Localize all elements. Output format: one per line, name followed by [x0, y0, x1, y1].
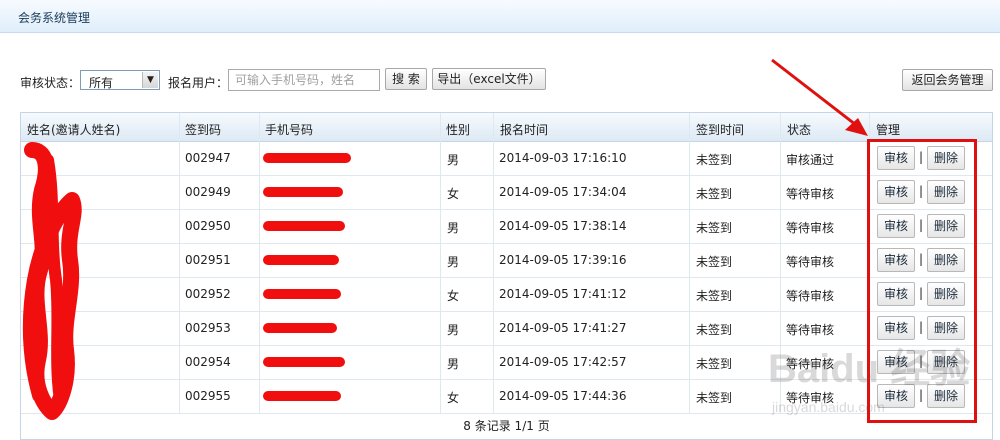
- phone-redaction: [263, 289, 341, 299]
- watermark-text: Baidu 经验: [768, 347, 970, 391]
- col-header-manage: 管理: [876, 123, 901, 137]
- table-row: 002952 女 2014-09-05 17:41:12 未签到 等待审核 审核 | 删除: [21, 277, 992, 312]
- gender: 女: [447, 391, 460, 405]
- signup-time: 2014-09-05 17:41:27: [499, 321, 627, 335]
- col-header-gender: 性别: [446, 123, 471, 137]
- checkin-time: 未签到: [696, 323, 733, 337]
- signin-code: 002950: [185, 219, 231, 233]
- table-row: 002951 男 2014-09-05 17:39:16 未签到 等待审核 审核 | 删除: [21, 243, 992, 278]
- signup-time: 2014-09-05 17:41:12: [499, 287, 627, 301]
- signup-time: 2014-09-05 17:44:36: [499, 389, 627, 403]
- checkin-time: 未签到: [696, 255, 733, 269]
- signin-code: 002951: [185, 253, 231, 267]
- page-title: 会务系统管理: [18, 11, 91, 25]
- status-text: 等待审核: [786, 187, 835, 201]
- back-to-meeting-button[interactable]: 返回会务管理: [902, 69, 993, 91]
- status-filter-label: 审核状态：: [20, 76, 81, 90]
- filter-toolbar: 审核状态： 所有 ▼ 报名用户： 搜 索 导出（excel文件） 返回会务管理: [0, 68, 1000, 94]
- checkin-time: 未签到: [696, 221, 733, 235]
- baidu-watermark: Baidu 经验 jingyan.baidu.com: [768, 347, 970, 415]
- signin-code: 002955: [185, 389, 231, 403]
- col-header-code: 签到码: [185, 123, 222, 137]
- status-select-value: 所有: [89, 76, 114, 90]
- watermark-subtext: jingyan.baidu.com: [771, 399, 885, 415]
- checkin-time: 未签到: [696, 289, 733, 303]
- gender: 女: [447, 289, 460, 303]
- gender: 男: [447, 357, 460, 371]
- phone-redaction: [263, 391, 341, 401]
- status-text: 等待审核: [786, 289, 835, 303]
- col-header-phone: 手机号码: [265, 123, 314, 137]
- phone-redaction: [263, 323, 337, 333]
- signup-time: 2014-09-05 17:34:04: [499, 185, 627, 199]
- checkin-time: 未签到: [696, 153, 733, 167]
- signin-code: 002952: [185, 287, 231, 301]
- user-filter-label: 报名用户：: [168, 76, 229, 90]
- checkin-time: 未签到: [696, 187, 733, 201]
- phone-redaction: [263, 255, 339, 265]
- signin-code: 002947: [185, 151, 231, 165]
- table-header: 姓名(邀请人姓名) 签到码 手机号码 性别 报名时间 签到时间 状态 管理: [21, 113, 992, 142]
- chevron-down-icon[interactable]: ▼: [142, 72, 158, 88]
- signup-time: 2014-09-05 17:38:14: [499, 219, 627, 233]
- status-text: 等待审核: [786, 221, 835, 235]
- gender: 男: [447, 153, 460, 167]
- title-bar: 会务系统管理: [0, 0, 1000, 33]
- checkin-time: 未签到: [696, 357, 733, 371]
- gender: 男: [447, 323, 460, 337]
- phone-redaction: [263, 357, 345, 367]
- phone-redaction: [263, 221, 345, 231]
- gender: 男: [447, 221, 460, 235]
- checkin-time: 未签到: [696, 391, 733, 405]
- phone-redaction: [263, 153, 351, 163]
- signin-code: 002953: [185, 321, 231, 335]
- signin-code: 002954: [185, 355, 231, 369]
- gender: 男: [447, 255, 460, 269]
- col-header-signup-time: 报名时间: [500, 123, 549, 137]
- export-excel-button[interactable]: 导出（excel文件）: [432, 68, 546, 90]
- search-button[interactable]: 搜 索: [385, 68, 427, 90]
- col-header-name: 姓名(邀请人姓名): [27, 123, 121, 137]
- status-select[interactable]: 所有 ▼: [80, 70, 160, 90]
- signup-time: 2014-09-05 17:39:16: [499, 253, 627, 267]
- status-text: 等待审核: [786, 255, 835, 269]
- search-input[interactable]: [228, 69, 380, 91]
- col-header-checkin-time: 签到时间: [696, 123, 745, 137]
- status-text: 审核通过: [786, 153, 835, 167]
- table-row: 002950 男 2014-09-05 17:38:14 未签到 等待审核 审核 | 删除: [21, 209, 992, 244]
- phone-redaction: [263, 187, 343, 197]
- table-row: 002947 男 2014-09-03 17:16:10 未签到 审核通过 审核 | 删除: [21, 141, 992, 176]
- table-row: 002949 女 2014-09-05 17:34:04 未签到 等待审核 审核 | 删除: [21, 175, 992, 210]
- signup-time: 2014-09-03 17:16:10: [499, 151, 627, 165]
- signup-time: 2014-09-05 17:42:57: [499, 355, 627, 369]
- signin-code: 002949: [185, 185, 231, 199]
- gender: 女: [447, 187, 460, 201]
- col-header-status: 状态: [787, 123, 812, 137]
